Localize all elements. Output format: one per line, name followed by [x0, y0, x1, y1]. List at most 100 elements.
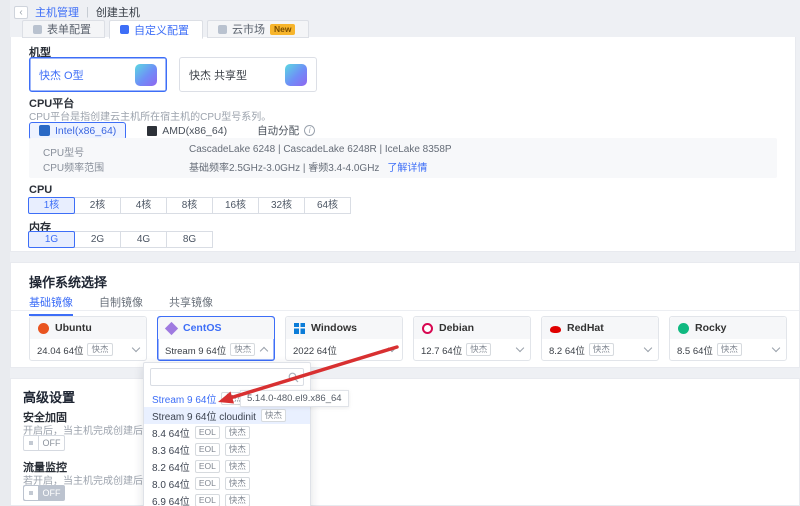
os-name: CentOS — [183, 322, 222, 334]
toggle-state: OFF — [39, 436, 64, 450]
machine-type-kuaijie-shared[interactable]: 快杰 共享型 — [179, 57, 317, 92]
os-name: RedHat — [567, 322, 604, 334]
machine-type-kuaijie-o[interactable]: 快杰 O型 — [29, 57, 167, 92]
os-card-ubuntu[interactable]: Ubuntu 24.04 64位 快杰 — [29, 316, 147, 361]
os-card-windows[interactable]: Windows 2022 64位 — [285, 316, 403, 361]
kuaijie-badge: 快杰 — [466, 343, 491, 356]
version-option-stream9-cloudinit[interactable]: Stream 9 64位 cloudinit 快杰 — [144, 407, 310, 424]
os-version: 12.7 64位 — [421, 343, 462, 357]
version-option-8-4[interactable]: 8.4 64位 EOL 快杰 — [144, 424, 310, 441]
os-selection-panel: 操作系统选择 基础镜像 自制镜像 共享镜像 Ubuntu 24.04 64位 快… — [10, 262, 800, 368]
security-hardening-toggle[interactable]: OFF — [23, 435, 65, 451]
config-mode-tabs: 表单配置 自定义配置 云市场 New — [22, 20, 313, 39]
tab-form-config[interactable]: 表单配置 — [22, 20, 105, 38]
cpu-core-selector: 1核 2核 4核 8核 16核 32核 64核 — [29, 197, 351, 214]
kuaijie-badge: 快杰 — [87, 343, 112, 356]
memory-option-8g[interactable]: 8G — [166, 231, 213, 248]
memory-option-1g[interactable]: 1G — [28, 231, 75, 248]
version-option-6-9[interactable]: 6.9 64位 EOL 快杰 — [144, 492, 310, 506]
chevron-down-icon[interactable] — [132, 344, 140, 352]
custom-config-icon — [120, 25, 129, 34]
os-version: 8.2 64位 — [549, 343, 585, 357]
debian-icon — [422, 323, 433, 334]
version-search-box — [150, 368, 304, 386]
os-name: Ubuntu — [55, 322, 92, 334]
toggle-knob — [24, 486, 39, 500]
cpu-freq-details-link[interactable]: 了解详情 — [387, 159, 427, 174]
tab-label: 云市场 — [232, 21, 265, 37]
tab-shared-image[interactable]: 共享镜像 — [169, 294, 213, 316]
cpu-option-32core[interactable]: 32核 — [258, 197, 305, 214]
cpu-option-1core[interactable]: 1核 — [28, 197, 75, 214]
version-text: 8.0 64位 — [152, 476, 190, 491]
page-title: 创建主机 — [96, 4, 140, 20]
windows-icon — [294, 323, 305, 334]
chevron-down-icon[interactable] — [388, 344, 396, 352]
memory-selector: 1G 2G 4G 8G — [29, 231, 213, 248]
kuaijie-badge: 快杰 — [225, 477, 250, 490]
platform-amd-button[interactable]: AMD(x86_64) — [138, 123, 236, 139]
os-version: 2022 64位 — [293, 343, 337, 357]
cpu-option-8core[interactable]: 8核 — [166, 197, 213, 214]
chevron-up-icon[interactable] — [260, 347, 268, 355]
kuaijie-badge: 快杰 — [230, 343, 255, 356]
os-card-rocky[interactable]: Rocky 8.5 64位 快杰 — [669, 316, 787, 361]
image-type-tabs: 基础镜像 自制镜像 共享镜像 — [29, 294, 213, 316]
back-button[interactable]: ‹ — [14, 6, 28, 19]
version-search-input[interactable] — [151, 369, 303, 385]
breadcrumb-parent[interactable]: 主机管理 — [35, 4, 79, 20]
platform-label: AMD(x86_64) — [162, 125, 227, 137]
search-icon — [288, 372, 299, 383]
eol-badge: EOL — [195, 477, 220, 490]
machine-type-cards: 快杰 O型 快杰 共享型 — [29, 57, 317, 92]
centos-version-dropdown: Stream 9 64位 快杰 Stream 9 64位 cloudinit 快… — [143, 362, 311, 506]
platform-label: 自动分配 — [257, 123, 299, 138]
kuaijie-badge: 快杰 — [261, 409, 286, 422]
tab-custom-image[interactable]: 自制镜像 — [99, 294, 143, 316]
version-text: Stream 9 64位 cloudinit — [152, 408, 256, 423]
marketplace-icon — [218, 25, 227, 34]
chevron-down-icon[interactable] — [644, 344, 652, 352]
tab-marketplace[interactable]: 云市场 New — [207, 20, 309, 38]
kuaijie-badge: 快杰 — [225, 443, 250, 456]
divider — [11, 310, 799, 311]
chevron-down-icon[interactable] — [516, 344, 524, 352]
memory-option-2g[interactable]: 2G — [74, 231, 121, 248]
chevron-down-icon[interactable] — [772, 344, 780, 352]
rocky-icon — [678, 323, 689, 334]
version-text: 6.9 64位 — [152, 493, 190, 506]
advanced-settings-title: 高级设置 — [23, 387, 75, 406]
os-version: 8.5 64位 — [677, 343, 713, 357]
os-card-list: Ubuntu 24.04 64位 快杰 CentOS Stream 9 64位 … — [29, 316, 787, 361]
os-card-redhat[interactable]: RedHat 8.2 64位 快杰 — [541, 316, 659, 361]
breadcrumb-separator: | — [86, 6, 89, 18]
kernel-version-tooltip: 5.14.0-480.el9.x86_64 — [240, 390, 349, 407]
os-version: Stream 9 64位 — [165, 343, 226, 357]
platform-intel-button[interactable]: Intel(x86_64) — [29, 122, 126, 140]
version-text: 8.2 64位 — [152, 459, 190, 474]
machine-type-name: 快杰 共享型 — [189, 67, 247, 83]
os-card-centos[interactable]: CentOS Stream 9 64位 快杰 — [157, 316, 275, 361]
memory-option-4g[interactable]: 4G — [120, 231, 167, 248]
traffic-monitor-toggle[interactable]: OFF — [23, 485, 65, 501]
kuaijie-badge: 快杰 — [225, 494, 250, 506]
tab-custom-config[interactable]: 自定义配置 — [109, 20, 203, 39]
page-left-margin — [0, 0, 10, 506]
version-option-8-2[interactable]: 8.2 64位 EOL 快杰 — [144, 458, 310, 475]
version-option-8-3[interactable]: 8.3 64位 EOL 快杰 — [144, 441, 310, 458]
version-option-8-0[interactable]: 8.0 64位 EOL 快杰 — [144, 475, 310, 492]
amd-icon — [147, 126, 157, 136]
new-badge: New — [270, 24, 295, 35]
cpu-option-2core[interactable]: 2核 — [74, 197, 121, 214]
toggle-state: OFF — [39, 486, 64, 500]
tab-base-image[interactable]: 基础镜像 — [29, 294, 73, 316]
kuaijie-badge: 快杰 — [225, 426, 250, 439]
cpu-option-4core[interactable]: 4核 — [120, 197, 167, 214]
cpu-info-panel: CPU型号 CascadeLake 6248 | CascadeLake 624… — [29, 138, 777, 178]
cpu-option-64core[interactable]: 64核 — [304, 197, 351, 214]
kuaijie-logo-icon — [135, 64, 157, 86]
os-name: Rocky — [695, 322, 727, 334]
os-card-debian[interactable]: Debian 12.7 64位 快杰 — [413, 316, 531, 361]
platform-label: Intel(x86_64) — [55, 125, 116, 137]
cpu-option-16core[interactable]: 16核 — [212, 197, 259, 214]
